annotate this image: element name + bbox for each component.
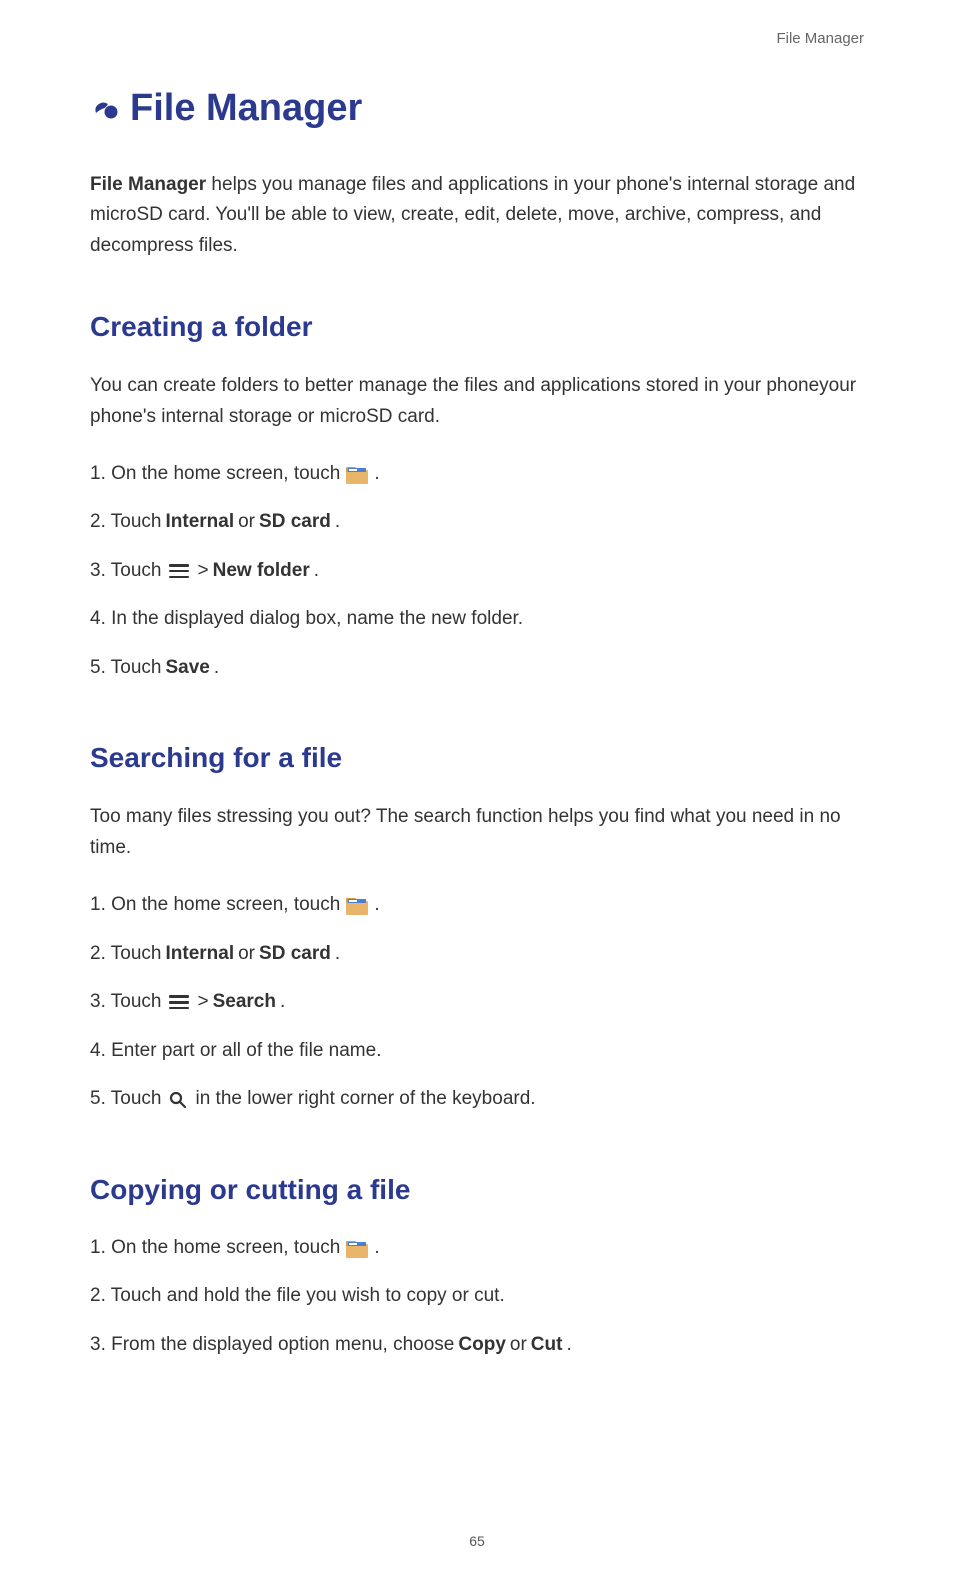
step-text: 3. From the displayed option menu, choos…: [90, 1331, 454, 1360]
step-bold: Cut: [531, 1331, 563, 1360]
step-item: 2. Touch and hold the file you wish to c…: [90, 1282, 864, 1311]
step-item: 4. Enter part or all of the file name.: [90, 1037, 864, 1066]
menu-icon: [169, 995, 189, 1009]
section-intro: You can create folders to better manage …: [90, 371, 864, 432]
intro-paragraph: File Manager helps you manage files and …: [90, 170, 864, 261]
step-text: 5. Touch: [90, 654, 161, 683]
step-text: >: [197, 557, 208, 586]
document-page: File Manager File Manager File Manager h…: [0, 0, 954, 1577]
step-text: or: [238, 508, 255, 537]
step-text: or: [510, 1331, 527, 1360]
step-text: 2. Touch: [90, 940, 161, 969]
step-bold: New folder: [213, 557, 310, 586]
step-text: .: [566, 1331, 571, 1360]
step-item: 2. Touch Internal or SD card .: [90, 508, 864, 537]
step-item: 1. On the home screen, touch .: [90, 460, 864, 489]
page-title: File Manager: [130, 87, 362, 130]
step-text: .: [335, 940, 340, 969]
step-text: 2. Touch: [90, 508, 161, 537]
step-text: 3. Touch: [90, 557, 161, 586]
step-item: 1. On the home screen, touch .: [90, 891, 864, 920]
section-heading-copying-cutting: Copying or cutting a file: [90, 1174, 864, 1206]
section-heading-creating-folder: Creating a folder: [90, 311, 864, 343]
step-text: >: [197, 988, 208, 1017]
step-text: .: [374, 1234, 379, 1263]
file-manager-app-icon: [346, 464, 368, 484]
file-manager-app-icon: [346, 895, 368, 915]
step-text: 4. Enter part or all of the file name.: [90, 1037, 382, 1066]
step-bold: Save: [165, 654, 209, 683]
step-text: 1. On the home screen, touch: [90, 891, 340, 920]
step-item: 1. On the home screen, touch .: [90, 1234, 864, 1263]
step-item: 2. Touch Internal or SD card .: [90, 940, 864, 969]
step-item: 3. Touch > New folder .: [90, 557, 864, 586]
section-intro: Too many files stressing you out? The se…: [90, 802, 864, 863]
step-text: 1. On the home screen, touch: [90, 1234, 340, 1263]
step-text: 2. Touch and hold the file you wish to c…: [90, 1282, 505, 1311]
file-manager-app-icon: [346, 1238, 368, 1258]
step-text: .: [374, 460, 379, 489]
step-text: 5. Touch: [90, 1085, 161, 1114]
step-bold: SD card: [259, 508, 331, 537]
step-bold: Internal: [165, 508, 234, 537]
section-heading-searching-file: Searching for a file: [90, 742, 864, 774]
step-text: .: [214, 654, 219, 683]
step-bold: Copy: [458, 1331, 506, 1360]
intro-bold: File Manager: [90, 174, 206, 195]
step-text: 1. On the home screen, touch: [90, 460, 340, 489]
step-item: 4. In the displayed dialog box, name the…: [90, 605, 864, 634]
step-text: .: [280, 988, 285, 1017]
step-text: .: [335, 508, 340, 537]
step-bold: Internal: [165, 940, 234, 969]
step-text: 4. In the displayed dialog box, name the…: [90, 605, 523, 634]
step-bold: SD card: [259, 940, 331, 969]
step-text: 3. Touch: [90, 988, 161, 1017]
search-icon: [169, 1090, 187, 1108]
title-row: File Manager: [90, 87, 864, 130]
page-number: 65: [0, 1533, 954, 1549]
step-item: 3. Touch > Search .: [90, 988, 864, 1017]
step-item: 3. From the displayed option menu, choos…: [90, 1331, 864, 1360]
menu-icon: [169, 564, 189, 578]
step-text: .: [374, 891, 379, 920]
step-text: in the lower right corner of the keyboar…: [195, 1085, 535, 1114]
step-item: 5. Touch Save .: [90, 654, 864, 683]
step-text: or: [238, 940, 255, 969]
step-bold: Search: [213, 988, 276, 1017]
step-text: .: [314, 557, 319, 586]
app-logo-icon: [90, 95, 120, 123]
header-label: File Manager: [90, 30, 864, 47]
step-item: 5. Touch in the lower right corner of th…: [90, 1085, 864, 1114]
